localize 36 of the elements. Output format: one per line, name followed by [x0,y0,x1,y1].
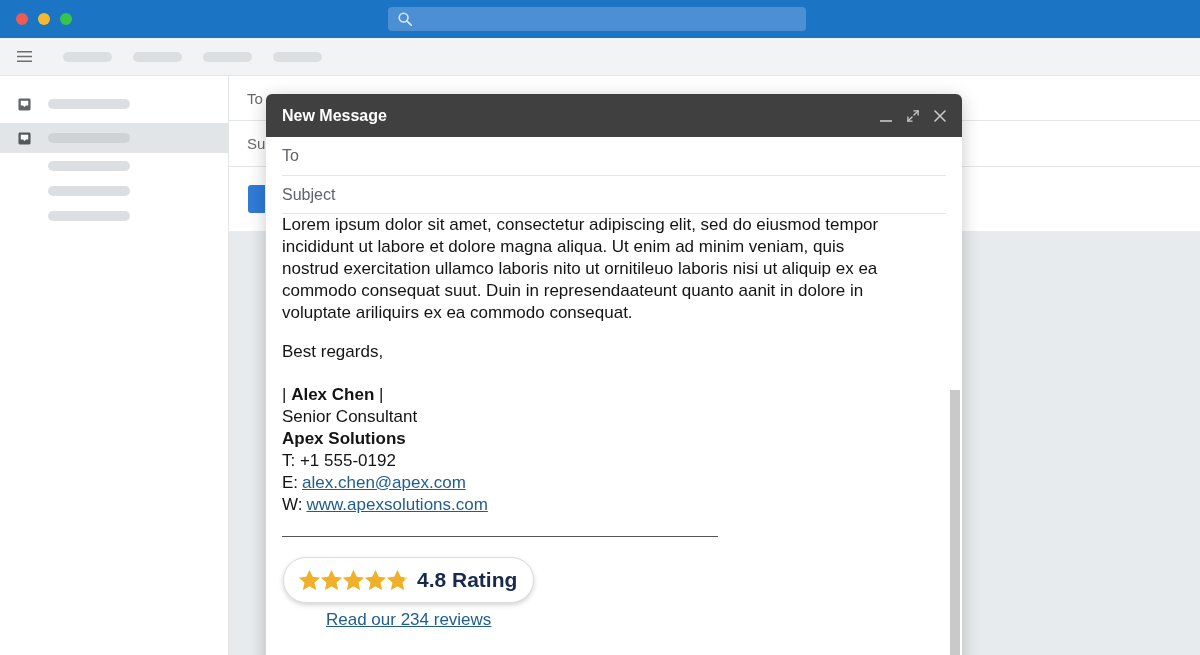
field-label: Su [247,135,266,152]
website-label: W: [282,494,303,516]
signature-title: Senior Consultant [282,406,418,428]
subject-field[interactable]: Subject [282,176,946,214]
star-icon [365,570,386,590]
message-text: Lorem ipsum dolor sit amet, consectetur adipiscing elit, sed do eiusmod tempor incididunt ut labore et dolore magna aliqua. Ut enim ad minim veniam, quis nostrud exercitation ullamco laboris nito ut ornitileuo laboris nisi ut aliquip ex ea commodo consequat suut. Duin in represendaateunt quanto aanit in dolore in voluptate ariliquirs ex ea commodo consequat. [282,214,880,324]
signature-company: Apex Solutions [282,428,406,450]
star-icon [299,570,320,590]
inbox-icon [18,131,31,145]
reviews-link[interactable]: Read our 234 reviews [326,610,492,630]
inbox-icon [18,97,31,111]
to-field[interactable]: To [282,137,946,176]
signature-phone: T: +1 555-0192 [282,450,396,472]
rating-text: 4.8 Rating [417,568,518,592]
window-title: New Message [282,106,387,125]
search-icon [398,12,412,26]
menu-icon[interactable] [17,51,32,62]
closing-text: Best regards, [282,341,384,363]
website-link[interactable]: www.apexsolutions.com [306,494,488,516]
star-icon [387,570,408,590]
signature-name: | Alex Chen | [282,384,384,406]
action-button[interactable] [248,185,265,213]
window-maximize-icon[interactable] [60,13,72,25]
window-minimize-icon[interactable] [38,13,50,25]
star-icon [321,570,342,590]
minimize-icon[interactable] [880,119,892,122]
sidebar-item[interactable] [0,123,228,153]
expand-icon[interactable] [907,109,919,122]
email-link[interactable]: alex.chen@apex.com [302,472,466,494]
window-close-icon[interactable] [16,13,28,25]
star-icon [343,570,364,590]
email-label: E: [282,472,299,494]
search-field[interactable] [388,7,806,31]
field-label: To [247,89,263,107]
close-icon[interactable] [934,109,946,122]
scrollbar[interactable] [950,390,960,655]
